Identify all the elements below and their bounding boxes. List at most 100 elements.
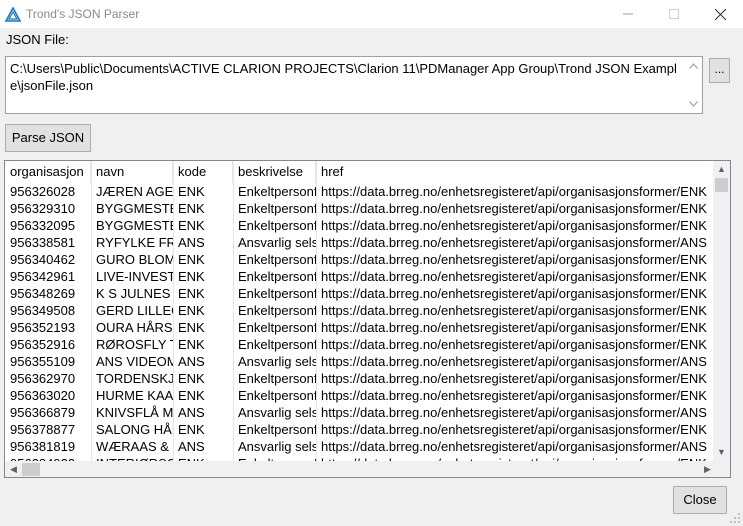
table-row[interactable]: 956363020 HURME KAARE ENK Enkeltpersonforet… — [5, 387, 716, 404]
cell-navn: SALONG HÅR — [96, 422, 173, 437]
table-row[interactable]: 956329310 BYGGMESTER ENK Enkeltpersonforeta… — [5, 200, 716, 217]
column-header-navn[interactable]: navn — [91, 161, 173, 183]
cell-organisasjon: 956378877 — [10, 422, 76, 437]
horizontal-scrollbar[interactable]: ◀ ▶ — [5, 461, 716, 477]
horizontal-scroll-thumb[interactable] — [22, 463, 40, 476]
table-row[interactable]: 956326028 JÆREN AGENTUR ENK Enkeltpersonfor… — [5, 183, 716, 200]
column-header-organisasjon[interactable]: organisasjon — [5, 161, 91, 183]
cell-kode: ENK — [178, 286, 205, 301]
column-header-kode[interactable]: kode — [173, 161, 233, 183]
table-row[interactable]: 956332095 BYGGMESTER ENK Enkeltpersonforeta… — [5, 217, 716, 234]
scroll-up-icon[interactable]: ▲ — [713, 161, 730, 178]
table-row[interactable]: 956338581 RYFYLKE FRUKT ANS Ansvarlig selsk… — [5, 234, 716, 251]
cell-kode: ENK — [178, 218, 205, 233]
cell-navn: RYFYLKE FRUKT — [96, 235, 173, 250]
cell-organisasjon: 956342961 — [10, 269, 76, 284]
table-row[interactable]: 956348269 K S JULNES ENK Enkeltpersonforeta… — [5, 285, 716, 302]
cell-organisasjon: 956366879 — [10, 405, 76, 420]
cell-beskrivelse: Enkeltpersonforetak — [238, 320, 316, 335]
cell-kode: ANS — [178, 439, 205, 454]
table-header: organisasjon navn kode beskrivelse href — [5, 161, 716, 183]
vertical-scroll-thumb[interactable] — [715, 178, 728, 192]
scroll-left-icon[interactable]: ◀ — [5, 461, 22, 477]
cell-navn: WÆRAAS & CO — [96, 439, 173, 454]
cell-href: https://data.brreg.no/enhetsregisteret/a… — [321, 201, 707, 216]
parse-json-button[interactable]: Parse JSON — [5, 124, 91, 152]
resize-grip-icon[interactable] — [729, 512, 741, 524]
cell-beskrivelse: Ansvarlig selskap — [238, 235, 316, 250]
cell-beskrivelse: Enkeltpersonforetak — [238, 218, 316, 233]
table-row[interactable]: 956378877 SALONG HÅR ENK Enkeltpersonforeta… — [5, 421, 716, 438]
app-logo-icon — [5, 7, 21, 22]
cell-navn: GURO BLOMSTER — [96, 252, 173, 267]
results-table[interactable]: organisasjon navn kode beskrivelse href … — [4, 160, 731, 478]
json-file-label: JSON File: — [6, 32, 69, 47]
cell-navn: HURME KAARE — [96, 388, 173, 403]
cell-kode: ENK — [178, 184, 205, 199]
window-title: Trond's JSON Parser — [26, 7, 140, 21]
cell-kode: ENK — [178, 320, 205, 335]
scroll-up-icon[interactable] — [689, 63, 698, 69]
cell-organisasjon: 956338581 — [10, 235, 76, 250]
cell-organisasjon: 956332095 — [10, 218, 76, 233]
cell-beskrivelse: Enkeltpersonforetak — [238, 337, 316, 352]
json-file-path-text: C:\Users\Public\Documents\ACTIVE CLARION… — [10, 61, 677, 93]
table-row[interactable]: 956352193 OURA HÅRSENTER ENK Enkeltpersonfo… — [5, 319, 716, 336]
browse-button[interactable]: ... — [709, 58, 730, 83]
scroll-down-icon[interactable]: ▼ — [713, 444, 730, 461]
vertical-scrollbar[interactable]: ▲ ▼ — [713, 161, 730, 461]
cell-beskrivelse: Enkeltpersonforetak — [238, 388, 316, 403]
cell-beskrivelse: Ansvarlig selskap — [238, 439, 316, 454]
table-row[interactable]: 956352916 RØROSFLY TORE ENK Enkeltpersonfor… — [5, 336, 716, 353]
cell-organisasjon: 956355109 — [10, 354, 76, 369]
cell-navn: RØROSFLY TORE — [96, 337, 173, 352]
cell-organisasjon: 956326028 — [10, 184, 76, 199]
close-button[interactable]: Close — [673, 486, 727, 514]
cell-beskrivelse: Enkeltpersonforetak — [238, 201, 316, 216]
cell-beskrivelse: Ansvarlig selskap — [238, 405, 316, 420]
cell-href: https://data.brreg.no/enhetsregisteret/a… — [321, 235, 707, 250]
cell-href: https://data.brreg.no/enhetsregisteret/a… — [321, 388, 707, 403]
table-row[interactable]: 956342961 LIVE-INVEST AS ENK Enkeltpersonfo… — [5, 268, 716, 285]
cell-navn: GERD LILLEGÅRD — [96, 303, 173, 318]
cell-organisasjon: 956329310 — [10, 201, 76, 216]
column-header-href[interactable]: href — [316, 161, 716, 183]
cell-href: https://data.brreg.no/enhetsregisteret/a… — [321, 354, 707, 369]
cell-beskrivelse: Enkeltpersonforetak — [238, 184, 316, 199]
cell-organisasjon: 956340462 — [10, 252, 76, 267]
cell-navn: JÆREN AGENTUR — [96, 184, 173, 199]
cell-beskrivelse: Enkeltpersonforetak — [238, 269, 316, 284]
scroll-down-icon[interactable] — [689, 101, 698, 107]
cell-kode: ANS — [178, 235, 205, 250]
cell-navn: OURA HÅRSENTER — [96, 320, 173, 335]
cell-organisasjon: 956352193 — [10, 320, 76, 335]
cell-href: https://data.brreg.no/enhetsregisteret/a… — [321, 286, 707, 301]
table-row[interactable]: 956355109 ANS VIDEOMIX ANS Ansvarlig selska… — [5, 353, 716, 370]
table-row[interactable]: 956362970 TORDENSKJOLD ENK Enkeltpersonfore… — [5, 370, 716, 387]
cell-href: https://data.brreg.no/enhetsregisteret/a… — [321, 405, 707, 420]
cell-href: https://data.brreg.no/enhetsregisteret/a… — [321, 320, 707, 335]
cell-kode: ANS — [178, 405, 205, 420]
cell-kode: ENK — [178, 303, 205, 318]
cell-organisasjon: 956363020 — [10, 388, 76, 403]
cell-kode: ENK — [178, 422, 205, 437]
minimize-button[interactable] — [605, 0, 651, 28]
cell-organisasjon: 956349508 — [10, 303, 76, 318]
table-row[interactable]: 956340462 GURO BLOMSTER ENK Enkeltpersonfor… — [5, 251, 716, 268]
path-scrollbar[interactable] — [685, 57, 702, 113]
table-row[interactable]: 956381819 WÆRAAS & CO ANS Ansvarlig selskap… — [5, 438, 716, 455]
close-window-button[interactable] — [697, 0, 743, 28]
close-icon — [714, 8, 726, 20]
scrollbar-corner — [713, 461, 730, 477]
maximize-button[interactable] — [651, 0, 697, 28]
cell-beskrivelse: Enkeltpersonforetak — [238, 286, 316, 301]
json-file-path-field[interactable]: C:\Users\Public\Documents\ACTIVE CLARION… — [5, 56, 703, 114]
table-row[interactable]: 956349508 GERD LILLEGÅRD ENK Enkeltpersonfo… — [5, 302, 716, 319]
table-row[interactable]: 956366879 KNIVSFLÅ MAT ANS Ansvarlig selska… — [5, 404, 716, 421]
cell-organisasjon: 956381819 — [10, 439, 76, 454]
minimize-icon — [623, 13, 633, 15]
cell-beskrivelse: Ansvarlig selskap — [238, 354, 316, 369]
column-header-beskrivelse[interactable]: beskrivelse — [233, 161, 316, 183]
cell-kode: ENK — [178, 201, 205, 216]
cell-beskrivelse: Enkeltpersonforetak — [238, 303, 316, 318]
